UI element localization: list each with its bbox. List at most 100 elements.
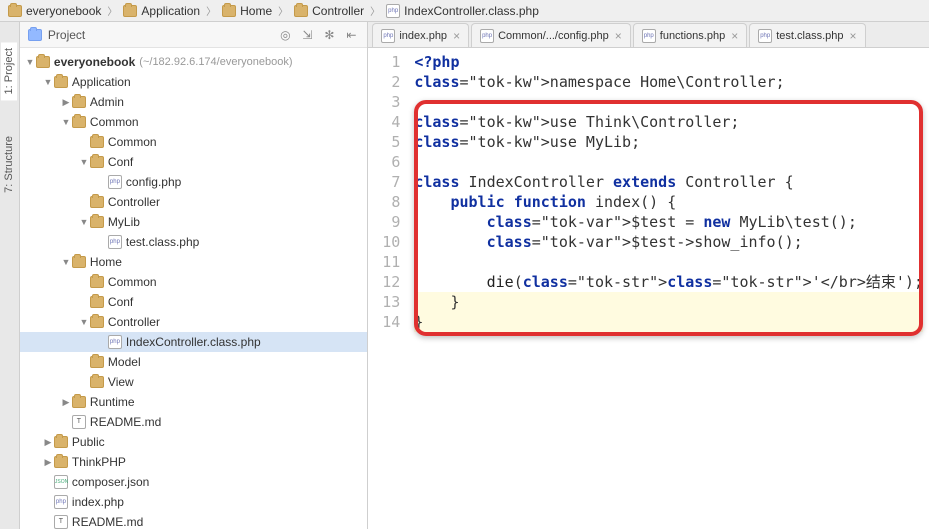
breadcrumb-item[interactable]: Controller	[292, 3, 366, 19]
project-tree[interactable]: ▼ everyonebook (~/182.92.6.174/everyoneb…	[20, 48, 367, 529]
expand-arrow-icon[interactable]: ▶	[42, 437, 54, 448]
tree-node[interactable]: ▶Public	[20, 432, 367, 452]
code-line[interactable]: public function index() {	[414, 192, 923, 212]
tree-label: README.md	[90, 415, 161, 429]
code-line[interactable]	[414, 152, 923, 172]
editor-tab[interactable]: Common/.../config.php×	[471, 23, 631, 47]
expand-arrow-icon[interactable]: ▶	[60, 97, 72, 108]
folder-icon	[222, 5, 236, 17]
code-editor[interactable]: 1234567891011121314 <?phpclass="tok-kw">…	[368, 48, 929, 529]
tree-label: Model	[108, 355, 141, 369]
tree-node[interactable]: ▶IndexController.class.php	[20, 332, 367, 352]
code-line[interactable]: class IndexController extends Controller…	[414, 172, 923, 192]
expand-arrow-icon[interactable]: ▶	[60, 397, 72, 408]
tree-node[interactable]: ▶View	[20, 372, 367, 392]
tree-label: MyLib	[108, 215, 140, 229]
tree-node[interactable]: ▶config.php	[20, 172, 367, 192]
code-line[interactable]: }	[414, 292, 923, 312]
folder-icon	[294, 5, 308, 17]
code-line[interactable]	[414, 252, 923, 272]
breadcrumb-item[interactable]: IndexController.class.php	[384, 3, 541, 19]
folder-icon	[90, 296, 104, 308]
code-line[interactable]: die(class="tok-str">class="tok-str">'</b…	[414, 272, 923, 292]
tree-node[interactable]: ▶README.md	[20, 412, 367, 432]
collapse-arrow-icon[interactable]: ▼	[78, 217, 90, 227]
code-line[interactable]: class="tok-var">$test = new MyLib\test()…	[414, 212, 923, 232]
tree-node[interactable]: ▶Conf	[20, 292, 367, 312]
code-line[interactable]: }	[414, 312, 923, 332]
editor-tabs: index.php× Common/.../config.php× functi…	[368, 22, 929, 48]
folder-icon	[90, 316, 104, 328]
close-tab-button[interactable]: ×	[615, 29, 622, 43]
project-tool-tab[interactable]: 1: Project	[1, 42, 17, 100]
tree-label: Common	[108, 275, 157, 289]
tree-node[interactable]: ▶composer.json	[20, 472, 367, 492]
project-panel: Project ◎ ⇲ ✻ ⇤ ▼ everyonebook (~/182.92…	[20, 22, 368, 529]
breadcrumb-item[interactable]: Application	[121, 3, 202, 19]
tree-node[interactable]: ▼Common	[20, 112, 367, 132]
line-number: 7	[372, 172, 400, 192]
hide-button[interactable]: ⇤	[343, 27, 359, 43]
code-line[interactable]: class="tok-kw">use Think\Controller;	[414, 112, 923, 132]
structure-tool-tab[interactable]: 7: Structure	[1, 130, 17, 199]
collapse-arrow-icon[interactable]: ▼	[60, 117, 72, 127]
php-file-icon	[386, 4, 400, 18]
code-line[interactable]: class="tok-var">$test->show_info();	[414, 232, 923, 252]
expand-arrow-icon[interactable]: ▼	[24, 57, 36, 67]
folder-icon	[90, 136, 104, 148]
breadcrumb-item[interactable]: everyonebook	[6, 3, 103, 19]
collapse-arrow-icon[interactable]: ▼	[60, 257, 72, 267]
tree-node[interactable]: ▼ MyLib	[20, 212, 367, 232]
code-line[interactable]	[414, 92, 923, 112]
folder-icon	[90, 216, 104, 228]
chevron-right-icon: 〉	[206, 3, 216, 18]
tree-node[interactable]: ▶Admin	[20, 92, 367, 112]
expand-arrow-icon[interactable]: ▶	[42, 457, 54, 468]
tree-node[interactable]: ▼Conf	[20, 152, 367, 172]
scroll-to-source-button[interactable]: ◎	[277, 27, 293, 43]
code-line[interactable]: class="tok-kw">namespace Home\Controller…	[414, 72, 923, 92]
line-number: 13	[372, 292, 400, 312]
tree-node[interactable]: ▼Home	[20, 252, 367, 272]
folder-icon	[90, 276, 104, 288]
close-tab-button[interactable]: ×	[453, 29, 460, 43]
tree-node[interactable]: ▶Controller	[20, 192, 367, 212]
settings-button[interactable]: ✻	[321, 27, 337, 43]
tree-label: index.php	[72, 495, 124, 509]
tree-node[interactable]: ▶README.md	[20, 512, 367, 529]
tree-hint: (~/182.92.6.174/everyonebook)	[139, 56, 292, 68]
line-number: 11	[372, 252, 400, 272]
tree-root[interactable]: ▼ everyonebook (~/182.92.6.174/everyoneb…	[20, 52, 367, 72]
tree-label: composer.json	[72, 475, 149, 489]
tree-node[interactable]: ▶test.class.php	[20, 232, 367, 252]
tree-label: View	[108, 375, 134, 389]
code-line[interactable]: class="tok-kw">use MyLib;	[414, 132, 923, 152]
code-content[interactable]: <?phpclass="tok-kw">namespace Home\Contr…	[408, 48, 929, 529]
breadcrumb-item[interactable]: Home	[220, 3, 274, 19]
editor-tab[interactable]: test.class.php ×	[749, 23, 865, 47]
tree-node[interactable]: ▼Application	[20, 72, 367, 92]
tree-node[interactable]: ▶ThinkPHP	[20, 452, 367, 472]
tree-node[interactable]: ▶Model	[20, 352, 367, 372]
collapse-arrow-icon[interactable]: ▼	[78, 317, 90, 327]
close-tab-button[interactable]: ×	[849, 29, 856, 43]
close-tab-button[interactable]: ×	[731, 29, 738, 43]
tree-node[interactable]: ▶Common	[20, 132, 367, 152]
tree-node[interactable]: ▶index.php	[20, 492, 367, 512]
collapse-all-button[interactable]: ⇲	[299, 27, 315, 43]
folder-icon	[90, 376, 104, 388]
tree-node[interactable]: ▶Common	[20, 272, 367, 292]
tree-label: config.php	[126, 175, 181, 189]
folder-icon	[72, 256, 86, 268]
code-line[interactable]: <?php	[414, 52, 923, 72]
breadcrumb: everyonebook 〉 Application 〉 Home 〉 Cont…	[0, 0, 929, 22]
line-number: 12	[372, 272, 400, 292]
collapse-arrow-icon[interactable]: ▼	[42, 77, 54, 87]
folder-icon	[8, 5, 22, 17]
tree-node[interactable]: ▼Controller	[20, 312, 367, 332]
tree-node[interactable]: ▶Runtime	[20, 392, 367, 412]
tab-label: test.class.php	[776, 30, 843, 42]
collapse-arrow-icon[interactable]: ▼	[78, 157, 90, 167]
editor-tab[interactable]: functions.php×	[633, 23, 747, 47]
editor-tab[interactable]: index.php×	[372, 23, 469, 47]
